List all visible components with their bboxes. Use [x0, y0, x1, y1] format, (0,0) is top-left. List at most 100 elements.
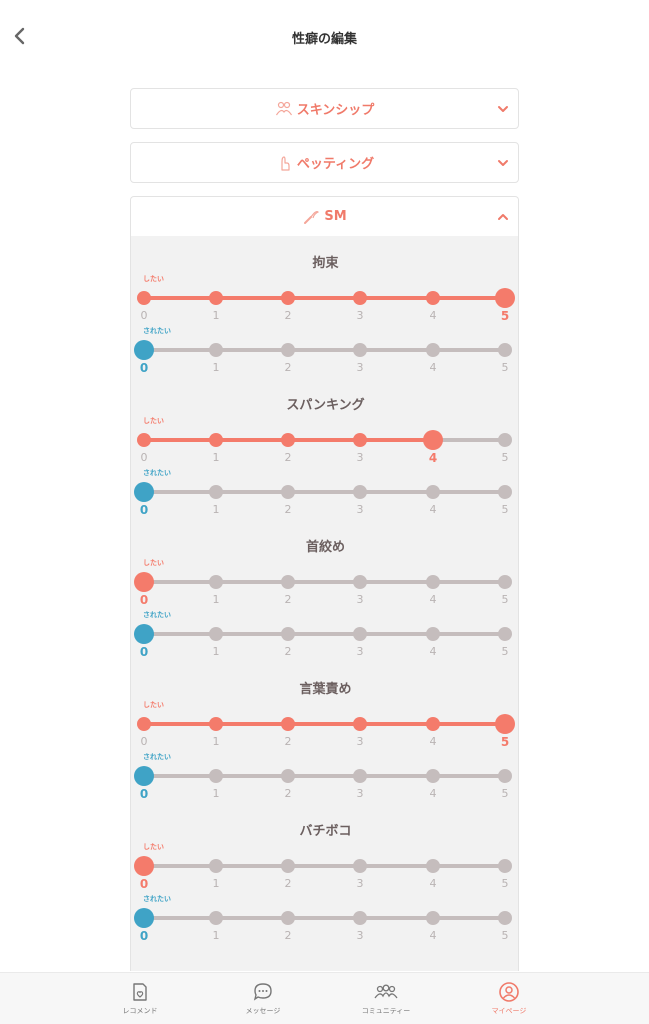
slider-track[interactable]	[131, 558, 519, 598]
slider-dot[interactable]	[281, 485, 295, 499]
receive-slider[interactable]: されたい 0 1 2 3 4 5	[131, 894, 519, 946]
tick-label: 5	[500, 309, 510, 323]
slider-dot[interactable]	[281, 769, 295, 783]
receive-slider[interactable]: されたい 0 1 2 3 4 5	[131, 326, 519, 378]
slider-dot[interactable]	[353, 291, 367, 305]
slider-dot[interactable]	[353, 717, 367, 731]
header: 性癖の編集	[0, 0, 649, 74]
slider-dot[interactable]	[498, 911, 512, 925]
slider-thumb[interactable]	[134, 482, 154, 502]
slider-thumb[interactable]	[134, 624, 154, 644]
receive-slider[interactable]: されたい 0 1 2 3 4 5	[131, 468, 519, 520]
tick-label: 2	[284, 451, 292, 464]
slider-dot[interactable]	[353, 859, 367, 873]
want-slider[interactable]: したい 0 1 2 3 4 5	[131, 274, 519, 326]
tick-label: 2	[284, 929, 292, 942]
slider-track[interactable]	[131, 752, 519, 792]
nav-item-recommend[interactable]: レコメンド	[100, 981, 180, 1016]
slider-dot[interactable]	[426, 859, 440, 873]
slider-track[interactable]	[131, 700, 519, 740]
slider-dot[interactable]	[498, 575, 512, 589]
receive-slider[interactable]: されたい 0 1 2 3 4 5	[131, 610, 519, 662]
slider-track[interactable]	[131, 610, 519, 650]
tick-label: 3	[356, 593, 364, 606]
slider-dot[interactable]	[353, 627, 367, 641]
tick-label: 5	[501, 593, 509, 606]
receive-slider[interactable]: されたい 0 1 2 3 4 5	[131, 752, 519, 804]
slider-dot[interactable]	[137, 291, 151, 305]
tick-label: 3	[356, 309, 364, 322]
slider-dot[interactable]	[281, 291, 295, 305]
slider-dot[interactable]	[281, 627, 295, 641]
slider-thumb[interactable]	[495, 714, 515, 734]
slider-dot[interactable]	[209, 433, 223, 447]
nav-item-message[interactable]: メッセージ	[223, 981, 303, 1016]
slider-dot[interactable]	[426, 717, 440, 731]
nav-label: レコメンド	[122, 1007, 158, 1015]
accordion-sm-header[interactable]: SM	[131, 197, 518, 236]
want-slider[interactable]: したい 0 1 2 3 4 5	[131, 558, 519, 610]
slider-dot[interactable]	[137, 433, 151, 447]
slider-thumb[interactable]	[423, 430, 443, 450]
slider-thumb[interactable]	[495, 288, 515, 308]
slider-dot[interactable]	[209, 911, 223, 925]
slider-dot[interactable]	[209, 717, 223, 731]
slider-dot[interactable]	[353, 911, 367, 925]
slider-dot[interactable]	[209, 291, 223, 305]
slider-dot[interactable]	[426, 911, 440, 925]
slider-dot[interactable]	[281, 911, 295, 925]
slider-dot[interactable]	[498, 627, 512, 641]
slider-thumb[interactable]	[134, 340, 154, 360]
slider-thumb[interactable]	[134, 572, 154, 592]
slider-track[interactable]	[131, 468, 519, 508]
slider-thumb[interactable]	[134, 766, 154, 786]
want-slider[interactable]: したい 0 1 2 3 4 5	[131, 842, 519, 894]
slider-track[interactable]	[131, 842, 519, 882]
slider-dot[interactable]	[498, 343, 512, 357]
slider-dot[interactable]	[281, 433, 295, 447]
slider-dot[interactable]	[281, 575, 295, 589]
slider-dot[interactable]	[426, 769, 440, 783]
slider-dot[interactable]	[281, 717, 295, 731]
tick-label: 4	[429, 735, 437, 748]
tick-label: 4	[428, 451, 438, 465]
slider-dot[interactable]	[281, 343, 295, 357]
slider-track[interactable]	[131, 894, 519, 934]
slider-dot[interactable]	[498, 485, 512, 499]
slider-dot[interactable]	[353, 769, 367, 783]
slider-dot[interactable]	[209, 485, 223, 499]
slider-dot[interactable]	[137, 717, 151, 731]
slider-dot[interactable]	[209, 343, 223, 357]
slider-dot[interactable]	[353, 485, 367, 499]
slider-dot[interactable]	[209, 769, 223, 783]
slider-dot[interactable]	[426, 485, 440, 499]
slider-thumb[interactable]	[134, 856, 154, 876]
slider-dot[interactable]	[426, 291, 440, 305]
slider-dot[interactable]	[498, 433, 512, 447]
want-slider[interactable]: したい 0 1 2 3 4 5	[131, 700, 519, 752]
slider-dot[interactable]	[498, 859, 512, 873]
slider-dot[interactable]	[498, 769, 512, 783]
nav-label: マイページ	[491, 1007, 527, 1015]
slider-thumb[interactable]	[134, 908, 154, 928]
slider-dot[interactable]	[353, 575, 367, 589]
slider-track[interactable]	[131, 326, 519, 366]
slider-dot[interactable]	[209, 627, 223, 641]
tick-label: 4	[429, 593, 437, 606]
want-slider[interactable]: したい 0 1 2 3 4 5	[131, 416, 519, 468]
slider-dot[interactable]	[426, 575, 440, 589]
slider-dot[interactable]	[353, 433, 367, 447]
accordion-skinship[interactable]: スキンシップ	[130, 88, 519, 129]
nav-item-mypage[interactable]: マイページ	[469, 981, 549, 1016]
slider-track[interactable]	[131, 416, 519, 456]
slider-dot[interactable]	[426, 627, 440, 641]
slider-dot[interactable]	[426, 343, 440, 357]
slider-track[interactable]	[131, 274, 519, 314]
slider-dot[interactable]	[209, 859, 223, 873]
slider-dot[interactable]	[353, 343, 367, 357]
slider-dot[interactable]	[209, 575, 223, 589]
accordion-petting[interactable]: ペッティング	[130, 142, 519, 183]
nav-item-community[interactable]: コミュニティー	[346, 981, 426, 1016]
tick-label: 2	[284, 787, 292, 800]
slider-dot[interactable]	[281, 859, 295, 873]
